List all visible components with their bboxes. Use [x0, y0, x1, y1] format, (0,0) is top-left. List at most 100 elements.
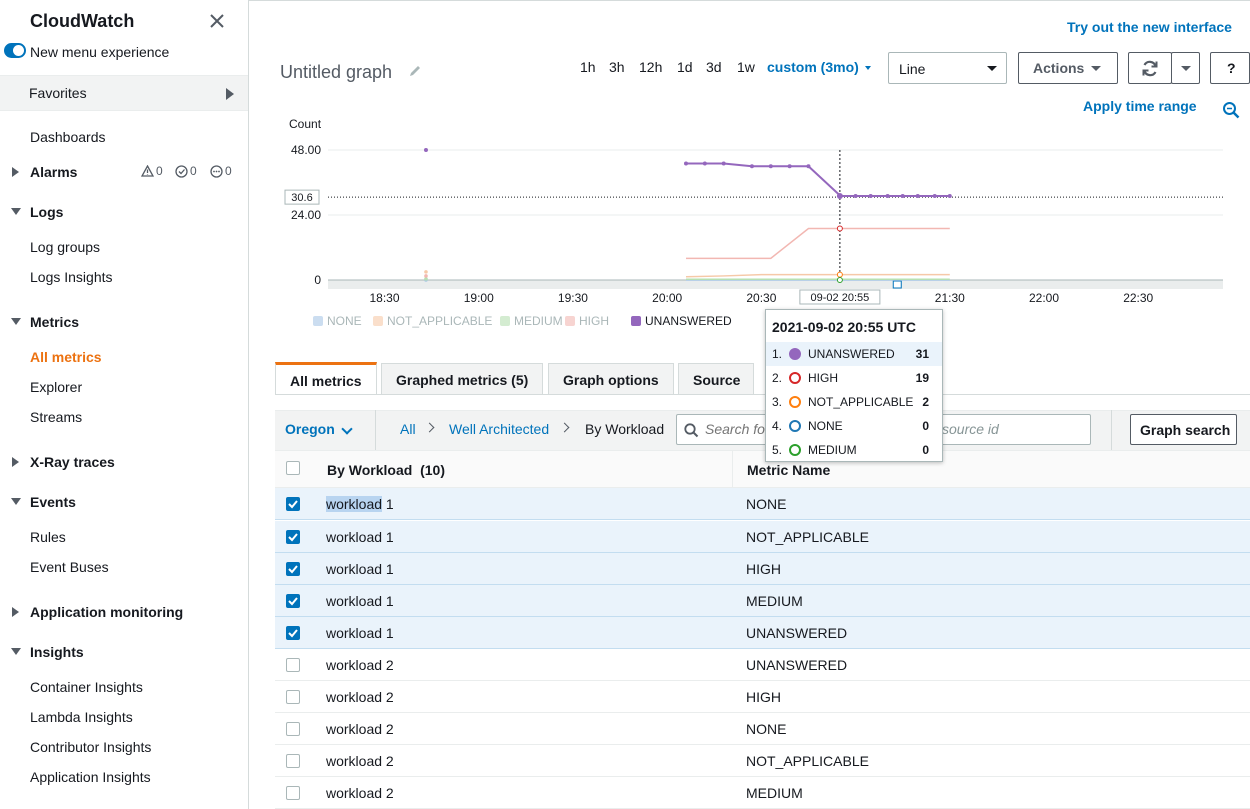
workload-cell[interactable]: workload 1 — [326, 496, 394, 512]
tab-graph-options[interactable]: Graph options — [548, 363, 674, 395]
row-checkbox[interactable] — [286, 530, 300, 544]
sidebar-item-contributor-insights[interactable]: Contributor Insights — [30, 739, 151, 755]
workload-cell[interactable]: workload 2 — [326, 753, 394, 769]
metric-name-cell: NOT_APPLICABLE — [746, 753, 869, 769]
range-3d[interactable]: 3d — [706, 59, 722, 75]
row-checkbox[interactable] — [286, 497, 300, 511]
range-1d[interactable]: 1d — [677, 59, 693, 75]
column-by-workload[interactable]: By Workload (10) — [327, 462, 445, 478]
sidebar-item-dashboards[interactable]: Dashboards — [30, 129, 106, 145]
breadcrumb-all[interactable]: All — [400, 421, 416, 437]
workload-cell[interactable]: workload 1 — [326, 625, 394, 641]
close-icon[interactable] — [206, 10, 228, 32]
sidebar-item-events[interactable]: Events — [30, 494, 76, 510]
range-1w[interactable]: 1w — [737, 59, 755, 75]
sidebar-item-application-monitoring[interactable]: Application monitoring — [30, 604, 183, 620]
x-axis-band — [328, 280, 1223, 289]
row-checkbox[interactable] — [286, 786, 300, 800]
sidebar-item-insights[interactable]: Insights — [30, 644, 84, 660]
workload-cell[interactable]: workload 2 — [326, 657, 394, 673]
row-checkbox[interactable] — [286, 562, 300, 576]
tooltip-series-name: HIGH — [808, 371, 838, 385]
favorites-item[interactable]: Favorites — [0, 75, 248, 111]
caret-right-icon[interactable] — [12, 167, 19, 177]
workload-cell[interactable]: workload 1 — [326, 529, 394, 545]
x-tick-label: 20:00 — [652, 291, 682, 305]
sidebar-item-logs[interactable]: Logs — [30, 204, 63, 220]
row-checkbox[interactable] — [286, 754, 300, 768]
row-checkbox[interactable] — [286, 690, 300, 704]
refresh-button[interactable] — [1128, 52, 1172, 84]
sidebar-item-application-insights[interactable]: Application Insights — [30, 769, 151, 785]
sidebar-item-logs-insights[interactable]: Logs Insights — [30, 269, 113, 285]
range-3h[interactable]: 3h — [609, 59, 625, 75]
alarm-state-count[interactable]: 0 — [141, 164, 163, 178]
graph-type-value: Line — [899, 61, 926, 77]
help-button[interactable]: ? — [1210, 52, 1250, 84]
table-row[interactable]: workload 2 MEDIUM — [275, 777, 1250, 809]
table-row[interactable]: workload 1 NOT_APPLICABLE — [275, 521, 1250, 553]
cloudwatch-console: CloudWatch New menu experience Favorites… — [0, 0, 1250, 809]
sidebar-item-xray[interactable]: X-Ray traces — [30, 454, 115, 470]
tab-graphed-metrics[interactable]: Graphed metrics (5) — [381, 363, 543, 395]
workload-cell[interactable]: workload 2 — [326, 689, 394, 705]
new-interface-link[interactable]: Try out the new interface — [1067, 19, 1232, 35]
caret-down-icon[interactable] — [11, 208, 21, 215]
workload-cell[interactable]: workload 1 — [326, 561, 394, 577]
table-row[interactable]: workload 2 NOT_APPLICABLE — [275, 745, 1250, 777]
graph-title[interactable]: Untitled graph — [280, 62, 392, 83]
column-metric-name[interactable]: Metric Name — [747, 462, 830, 478]
workload-cell[interactable]: workload 1 — [326, 593, 394, 609]
ok-state-count[interactable]: 0 — [175, 164, 197, 178]
row-checkbox[interactable] — [286, 594, 300, 608]
insufficient-state-count[interactable]: 0 — [210, 164, 232, 178]
caret-down-icon[interactable] — [11, 318, 21, 325]
sidebar-item-metrics[interactable]: Metrics — [30, 314, 79, 330]
tab-source[interactable]: Source — [678, 363, 754, 395]
tab-all-metrics[interactable]: All metrics — [275, 362, 377, 395]
sidebar-item-all-metrics[interactable]: All metrics — [30, 349, 102, 365]
data-point — [702, 161, 707, 166]
row-checkbox[interactable] — [286, 722, 300, 736]
row-checkbox[interactable] — [286, 658, 300, 672]
table-row[interactable]: workload 1 HIGH — [275, 553, 1250, 585]
sidebar-item-streams[interactable]: Streams — [30, 409, 82, 425]
caret-down-icon[interactable] — [11, 648, 21, 655]
refresh-options-button[interactable] — [1171, 52, 1200, 84]
table-row[interactable]: workload 2 UNANSWERED — [275, 649, 1250, 681]
table-row[interactable]: workload 2 NONE — [275, 713, 1250, 745]
table-row[interactable]: workload 2 HIGH — [275, 681, 1250, 713]
caret-down-icon[interactable] — [11, 498, 21, 505]
sidebar-item-alarms[interactable]: Alarms — [30, 164, 77, 180]
graph-type-select[interactable]: Line — [888, 52, 1007, 84]
metric-name-cell: HIGH — [746, 689, 781, 705]
range-12h[interactable]: 12h — [639, 59, 662, 75]
range-custom[interactable]: custom (3mo) — [767, 59, 871, 75]
sidebar-item-lambda-insights[interactable]: Lambda Insights — [30, 709, 133, 725]
table-row[interactable]: workload 1 NONE — [275, 488, 1250, 520]
sidebar-item-container-insights[interactable]: Container Insights — [30, 679, 143, 695]
workload-cell[interactable]: workload 2 — [326, 785, 394, 801]
table-row[interactable]: workload 1 UNANSWERED — [275, 617, 1250, 649]
table-row[interactable]: workload 1 MEDIUM — [275, 585, 1250, 617]
row-checkbox[interactable] — [286, 626, 300, 640]
sidebar-item-event-buses[interactable]: Event Buses — [30, 559, 109, 575]
caret-right-icon[interactable] — [12, 457, 19, 467]
select-all-checkbox[interactable] — [286, 461, 300, 475]
range-1h[interactable]: 1h — [580, 59, 596, 75]
region-selector[interactable]: Oregon — [285, 421, 335, 437]
graph-search-button[interactable]: Graph search — [1130, 414, 1237, 445]
x-tick-label: 22:30 — [1123, 291, 1153, 305]
search-placeholder-suffix: source id — [942, 421, 999, 437]
sidebar-item-explorer[interactable]: Explorer — [30, 379, 82, 395]
new-menu-toggle[interactable] — [4, 43, 26, 58]
breadcrumb-well-architected[interactable]: Well Architected — [449, 421, 549, 437]
metrics-chart[interactable]: Count 48.00 24.00 0 18:30 19:00 19:30 20:00 20:3… — [275, 110, 1235, 340]
actions-button[interactable]: Actions — [1018, 52, 1118, 84]
metric-name-cell: NOT_APPLICABLE — [746, 529, 869, 545]
pencil-icon[interactable] — [408, 64, 422, 78]
sidebar-item-rules[interactable]: Rules — [30, 529, 66, 545]
caret-right-icon[interactable] — [12, 607, 19, 617]
workload-cell[interactable]: workload 2 — [326, 721, 394, 737]
sidebar-item-log-groups[interactable]: Log groups — [30, 239, 100, 255]
